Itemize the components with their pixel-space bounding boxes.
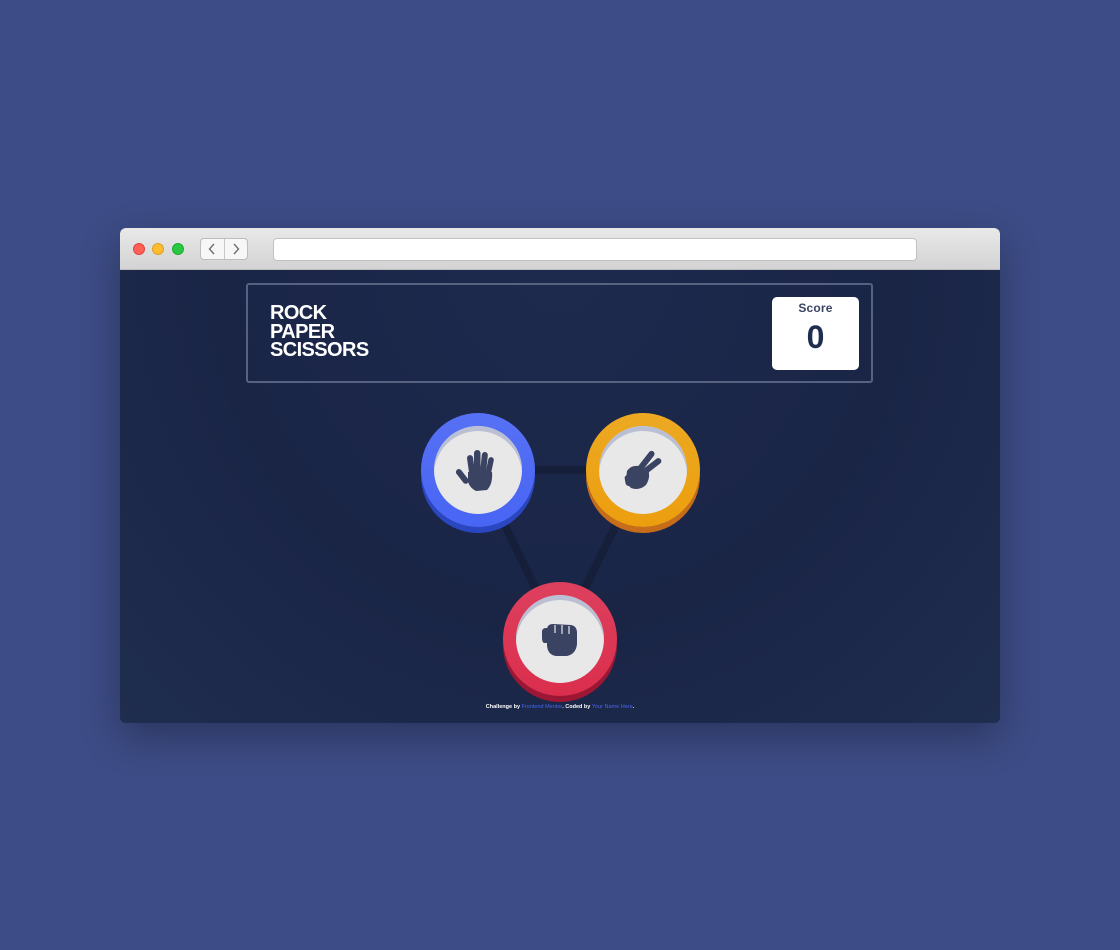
browser-window: ROCK PAPER SCISSORS Score 0 Challenge by… [120, 228, 1000, 723]
attribution-challenge-prefix: Challenge by [485, 704, 521, 710]
attribution-suffix: . [632, 704, 635, 710]
browser-toolbar [120, 228, 1000, 270]
chevron-right-icon [233, 243, 240, 255]
back-button[interactable] [201, 239, 224, 259]
chevron-left-icon [208, 243, 215, 255]
forward-button[interactable] [223, 239, 248, 259]
navigation-buttons [200, 238, 248, 260]
scissors-choice-button[interactable] [586, 413, 700, 529]
address-bar[interactable] [273, 238, 917, 261]
paper-choice-button[interactable] [421, 413, 535, 529]
window-maximize-button[interactable] [172, 243, 184, 255]
game-board [120, 270, 1000, 723]
attribution-coded-prefix: . Coded by [562, 704, 591, 710]
hand-paper-icon [456, 450, 494, 491]
author-link[interactable]: Your Name Here [592, 704, 633, 710]
window-close-button[interactable] [133, 243, 145, 255]
frontend-mentor-link[interactable]: Frontend Mentor [522, 704, 563, 710]
hand-rock-icon [542, 624, 577, 656]
window-minimize-button[interactable] [152, 243, 164, 255]
rock-choice-button[interactable] [503, 582, 617, 698]
game-viewport: ROCK PAPER SCISSORS Score 0 Challenge by… [120, 270, 1000, 723]
hand-scissors-icon [624, 450, 662, 489]
attribution: Challenge by Frontend Mentor. Coded by Y… [120, 704, 1000, 710]
